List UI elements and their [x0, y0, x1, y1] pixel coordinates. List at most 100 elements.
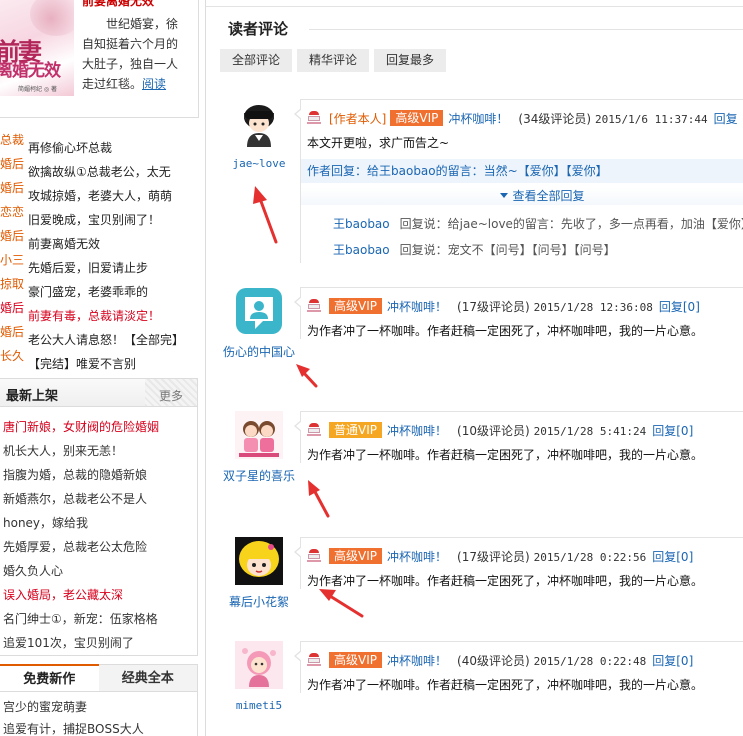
page-title: 读者评论: [228, 20, 289, 38]
sub-reply-user[interactable]: 王baobao: [333, 217, 390, 231]
list-item[interactable]: 指腹为婚，总裁的隐婚新娘: [0, 463, 197, 487]
read-link[interactable]: 阅读: [142, 77, 166, 91]
tab-all-comments[interactable]: 全部评论: [220, 49, 293, 72]
sub-reply-text: 回复说：给jae~love的留言：先收了，多一点再看，加油【爱你】: [399, 217, 743, 231]
rank-item[interactable]: 掠取豪门盛宠，老婆乖乖的: [0, 272, 199, 299]
reply-link[interactable]: 回复[0]: [652, 424, 693, 438]
tab-classic-complete[interactable]: 经典全本: [98, 664, 197, 691]
left-sidebar: 前妻 离婚无效 简媚柯纪 ◎ 著 前妻离婚无效 世纪婚宴，徐自知挺着六个月的大肚…: [0, 0, 199, 736]
rank-category[interactable]: 小三: [0, 248, 28, 272]
list-item[interactable]: 宫少的蜜宠萌妻: [0, 696, 197, 718]
tab-most-replies[interactable]: 回复最多: [374, 49, 447, 72]
reply-link[interactable]: 回复[0]: [652, 550, 693, 564]
avatar[interactable]: [235, 641, 283, 689]
comment-meta: 高级VIP 冲杯咖啡！ (17级评论员) 2015/1/28 0:22:56 回复[0]: [301, 547, 743, 567]
gift-link[interactable]: 冲杯咖啡！: [387, 424, 447, 438]
avatar[interactable]: [235, 99, 283, 147]
author-badge: [作者本人]: [329, 112, 387, 126]
book-title[interactable]: 前妻离婚无效: [82, 0, 154, 9]
reviewer-level: (34级评论员): [518, 112, 592, 126]
comment-username[interactable]: 伤心的中国心: [220, 341, 298, 363]
new-releases-header: 最新上架 更多: [0, 379, 197, 407]
reviewer-level: (10级评论员): [457, 424, 530, 438]
comment-username[interactable]: 幕后小花絮: [220, 591, 298, 613]
rank-item[interactable]: 婚后攻城掠婚，老婆大人，萌萌: [0, 176, 199, 203]
vip-badge: 高级VIP: [329, 548, 382, 564]
reply-link[interactable]: 回复: [714, 112, 738, 126]
featured-book: 前妻 离婚无效 简媚柯纪 ◎ 著 前妻离婚无效 世纪婚宴，徐自知挺着六个月的大肚…: [0, 0, 199, 118]
rank-item[interactable]: 婚后老公大人请息怒！【全部完】: [0, 320, 199, 347]
reply-link[interactable]: 回复[0]: [659, 300, 700, 314]
rank-category[interactable]: 掠取: [0, 272, 28, 296]
rank-category[interactable]: 长久: [0, 344, 28, 368]
tab-free-new[interactable]: 免费新作: [0, 664, 99, 691]
avatar[interactable]: [235, 411, 283, 459]
rank-item[interactable]: 婚后前妻离婚无效: [0, 224, 199, 251]
comment-body: 为作者冲了一杯咖啡。作者赶稿一定困死了，冲杯咖啡吧，我的一片心意。: [307, 324, 704, 338]
avatar-girl-icon: [235, 537, 283, 585]
new-releases-title: 最新上架: [6, 389, 59, 404]
list-item[interactable]: 机长大人，别来无恙！: [0, 439, 197, 463]
divider: [206, 6, 743, 7]
sub-reply: 王baobao 回复说：宠文不【问号】【问号】【问号】: [301, 237, 743, 263]
list-item[interactable]: 误入婚局，老公藏太深: [0, 583, 197, 607]
comment-author: jae~love: [220, 99, 298, 175]
comment-username[interactable]: mimeti5: [220, 695, 298, 717]
rank-item[interactable]: 恋恋旧爱晚成，宝贝别闹了！: [0, 200, 199, 227]
cover-footer: 简媚柯纪 ◎ 著: [18, 86, 58, 93]
list-item[interactable]: 新婚燕尔，总裁老公不是人: [0, 487, 197, 511]
divider: [309, 29, 743, 30]
cover-title-line2: 离婚无效: [0, 61, 61, 81]
list-item[interactable]: 追爱101次，宝贝别闹了: [0, 631, 197, 655]
comment-author: 伤心的中国心: [220, 287, 298, 363]
sub-reply-user[interactable]: 王baobao: [333, 243, 390, 257]
vip-badge: 高级VIP: [390, 110, 444, 126]
view-all-replies-button[interactable]: 查看全部回复: [301, 187, 743, 205]
coffee-cup-icon: [307, 423, 321, 437]
reply-link[interactable]: 回复[0]: [652, 654, 693, 668]
view-all-replies-label: 查看全部回复: [512, 189, 585, 203]
rank-category[interactable]: 总裁: [0, 128, 28, 152]
rank-item[interactable]: 总裁再修偷心坏总裁: [0, 128, 199, 155]
list-item[interactable]: 唐门新娘，女财阀的危险婚姻: [0, 415, 197, 439]
comment-bubble: 高级VIP 冲杯咖啡！ (17级评论员) 2015/1/28 0:22:56 回复[0]…: [294, 537, 743, 589]
gift-link[interactable]: 冲杯咖啡！: [448, 112, 508, 126]
rank-item[interactable]: 婚后欲擒故纵①总裁老公，太无: [0, 152, 199, 179]
list-item[interactable]: 婚久负人心: [0, 559, 197, 583]
rank-category[interactable]: 婚后: [0, 296, 28, 320]
rank-item[interactable]: 小三先婚后爱，旧爱请止步: [0, 248, 199, 275]
list-item[interactable]: 名门绅士①，新宠：伍家格格: [0, 607, 197, 631]
more-link[interactable]: 更多: [159, 387, 183, 404]
comment-username[interactable]: 双子星的喜乐: [220, 465, 298, 487]
rank-item[interactable]: 长久【完结】唯爱不言别: [0, 344, 199, 371]
comment-username[interactable]: jae~love: [220, 153, 298, 175]
avatar[interactable]: [235, 537, 283, 585]
cover-art: [30, 0, 74, 36]
gift-link[interactable]: 冲杯咖啡！: [387, 550, 447, 564]
rank-item[interactable]: 婚后前妻有毒，总裁请淡定！: [0, 296, 199, 323]
vip-badge: 高级VIP: [329, 652, 382, 668]
list-item[interactable]: 先婚厚爱，总裁老公太危险: [0, 535, 197, 559]
coffee-cup-icon: [307, 653, 321, 667]
rank-title[interactable]: 【完结】唯爱不言别: [28, 357, 136, 371]
list-item[interactable]: 追爱有计，捕捉BOSS大人: [0, 718, 197, 736]
avatar-boy-icon: [235, 99, 283, 147]
rank-category[interactable]: 婚后: [0, 176, 28, 200]
gift-link[interactable]: 冲杯咖啡！: [387, 300, 447, 314]
rank-category[interactable]: 婚后: [0, 320, 28, 344]
rank-category[interactable]: 恋恋: [0, 200, 28, 224]
coffee-cup-icon: [307, 111, 321, 125]
book-cover-image[interactable]: 前妻 离婚无效 简媚柯纪 ◎ 著: [0, 0, 74, 96]
free-books-box: 免费新作 经典全本 宫少的蜜宠萌妻 追爱有计，捕捉BOSS大人: [0, 664, 198, 736]
list-item[interactable]: honey，嫁给我: [0, 511, 197, 535]
default-avatar-icon: [236, 288, 282, 334]
comment-meta: [作者本人] 高级VIP 冲杯咖啡！ (34级评论员) 2015/1/6 11:37:4…: [301, 109, 743, 129]
coffee-cup-icon: [307, 549, 321, 563]
rank-category[interactable]: 婚后: [0, 152, 28, 176]
comment-timestamp: 2015/1/6 11:37:44: [595, 113, 708, 126]
gift-link[interactable]: 冲杯咖啡！: [387, 654, 447, 668]
avatar[interactable]: [235, 287, 283, 335]
comment-filter-tabs: 全部评论 精华评论 回复最多: [220, 49, 447, 72]
tab-featured-comments[interactable]: 精华评论: [297, 49, 370, 72]
rank-category[interactable]: 婚后: [0, 224, 28, 248]
